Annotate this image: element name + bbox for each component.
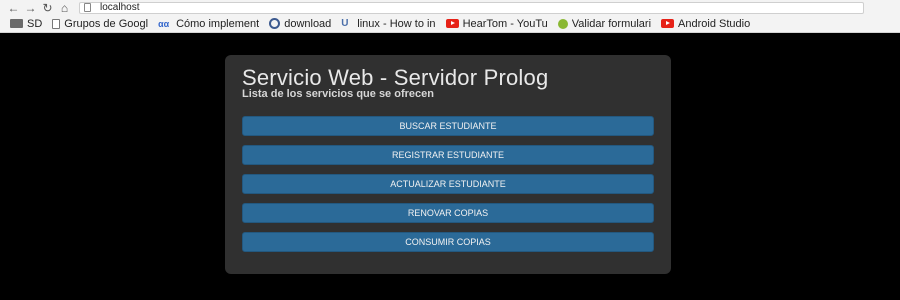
bookmark-label: Cómo implement [176,17,260,30]
bookmark-label: HearTom - YouTu [462,17,548,30]
youtube-icon [661,19,675,28]
bookmark-grupos-de-google[interactable]: Grupos de Googl [52,18,148,30]
actualizar-estudiante-button[interactable]: ACTUALIZAR ESTUDIANTE [242,174,654,194]
bookmarks-bar: SD Grupos de Googl αα Cómo implement dow… [0,15,900,33]
renovar-copias-button[interactable]: RENOVAR COPIAS [242,203,654,223]
site-icon [269,18,281,29]
bookmark-label: Android Studio [678,17,751,30]
youtube-icon [445,19,459,28]
green-dot-icon [557,18,568,29]
url-text[interactable]: localhost [100,2,139,14]
page-icon [84,3,91,12]
oa-site-icon: αα [158,18,170,29]
registrar-estudiante-button[interactable]: REGISTRAR ESTUDIANTE [242,145,654,165]
services-list: BUSCAR ESTUDIANTE REGISTRAR ESTUDIANTE A… [242,116,654,261]
bookmark-label: Grupos de Googl [64,17,149,30]
back-arrow-icon[interactable]: ← [5,0,22,15]
address-bar[interactable]: localhost [79,1,864,14]
consumir-copias-button[interactable]: CONSUMIR COPIAS [242,232,654,252]
services-panel: Servicio Web - Servidor Prolog Lista de … [225,55,671,274]
bookmark-linux-how-to[interactable]: U linux - How to in [341,18,435,30]
browser-toolbar: ← → ↻ ⌂ localhost [0,0,900,15]
reload-icon[interactable]: ↻ [39,0,56,15]
bookmark-label: linux - How to in [357,17,436,30]
bookmark-como-implementar[interactable]: αα Cómo implement [158,18,259,30]
bookmark-android-studio[interactable]: Android Studio [661,18,750,30]
bookmark-heartom-youtube[interactable]: HearTom - YouTu [445,17,548,30]
forward-arrow-icon[interactable]: → [22,0,39,15]
bookmark-validar-formulario[interactable]: Validar formulari [557,17,652,30]
bookmark-label: SD [27,17,43,30]
page-icon [52,18,61,29]
buscar-estudiante-button[interactable]: BUSCAR ESTUDIANTE [242,116,654,136]
bookmark-label: download [284,17,332,30]
bookmark-label: Validar formulari [571,17,652,30]
home-icon[interactable]: ⌂ [56,0,73,15]
bookmark-sd[interactable]: SD [10,18,42,30]
folder-icon [10,19,23,28]
bookmark-download[interactable]: download [269,18,331,30]
page-subtitle: Lista de los servicios que se ofrecen [242,88,434,100]
askubuntu-icon: U [341,18,349,29]
